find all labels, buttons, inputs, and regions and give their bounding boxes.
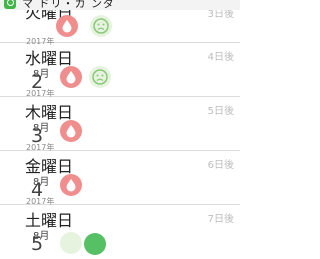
blood-drop-icon <box>66 179 76 192</box>
app-logo-icon <box>4 0 16 9</box>
list-item-wednesday[interactable]: 水曜日 4日後 8月 2 2017年 <box>0 43 240 98</box>
blood-drop-icon <box>66 71 76 84</box>
frown-face-icon <box>92 69 108 85</box>
app-title: マ ドリ・カ ンダ <box>22 0 115 10</box>
period-badge[interactable] <box>60 120 82 142</box>
day-number: 5 <box>31 233 44 255</box>
blood-drop-icon <box>66 125 76 138</box>
status-badge[interactable] <box>84 233 106 255</box>
blood-drop-icon <box>62 20 72 33</box>
days-after-label: 7日後 <box>207 214 234 225</box>
frown-face-icon <box>93 18 109 34</box>
period-badge[interactable] <box>60 66 82 88</box>
list-item-friday[interactable]: 金曜日 6日後 8月 4 2017年 <box>0 151 240 206</box>
days-after-label: 5日後 <box>207 106 234 117</box>
app-header: マ ドリ・カ ンダ <box>0 0 240 10</box>
list-item-thursday[interactable]: 木曜日 5日後 8月 3 2017年 <box>0 97 240 152</box>
mood-badge[interactable] <box>90 15 112 37</box>
list-item-saturday[interactable]: 土曜日 7日後 8月 5 <box>0 205 240 259</box>
period-badge[interactable] <box>60 174 82 196</box>
period-badge[interactable] <box>56 15 78 37</box>
days-after-label: 6日後 <box>207 160 234 171</box>
mood-badge[interactable] <box>89 66 111 88</box>
mood-badge[interactable] <box>60 232 82 254</box>
day-list: 火曜日 3日後 2017年 水曜日 4日後 8月 2 2017年 木曜日 5日後… <box>0 0 240 255</box>
days-after-label: 4日後 <box>207 52 234 63</box>
